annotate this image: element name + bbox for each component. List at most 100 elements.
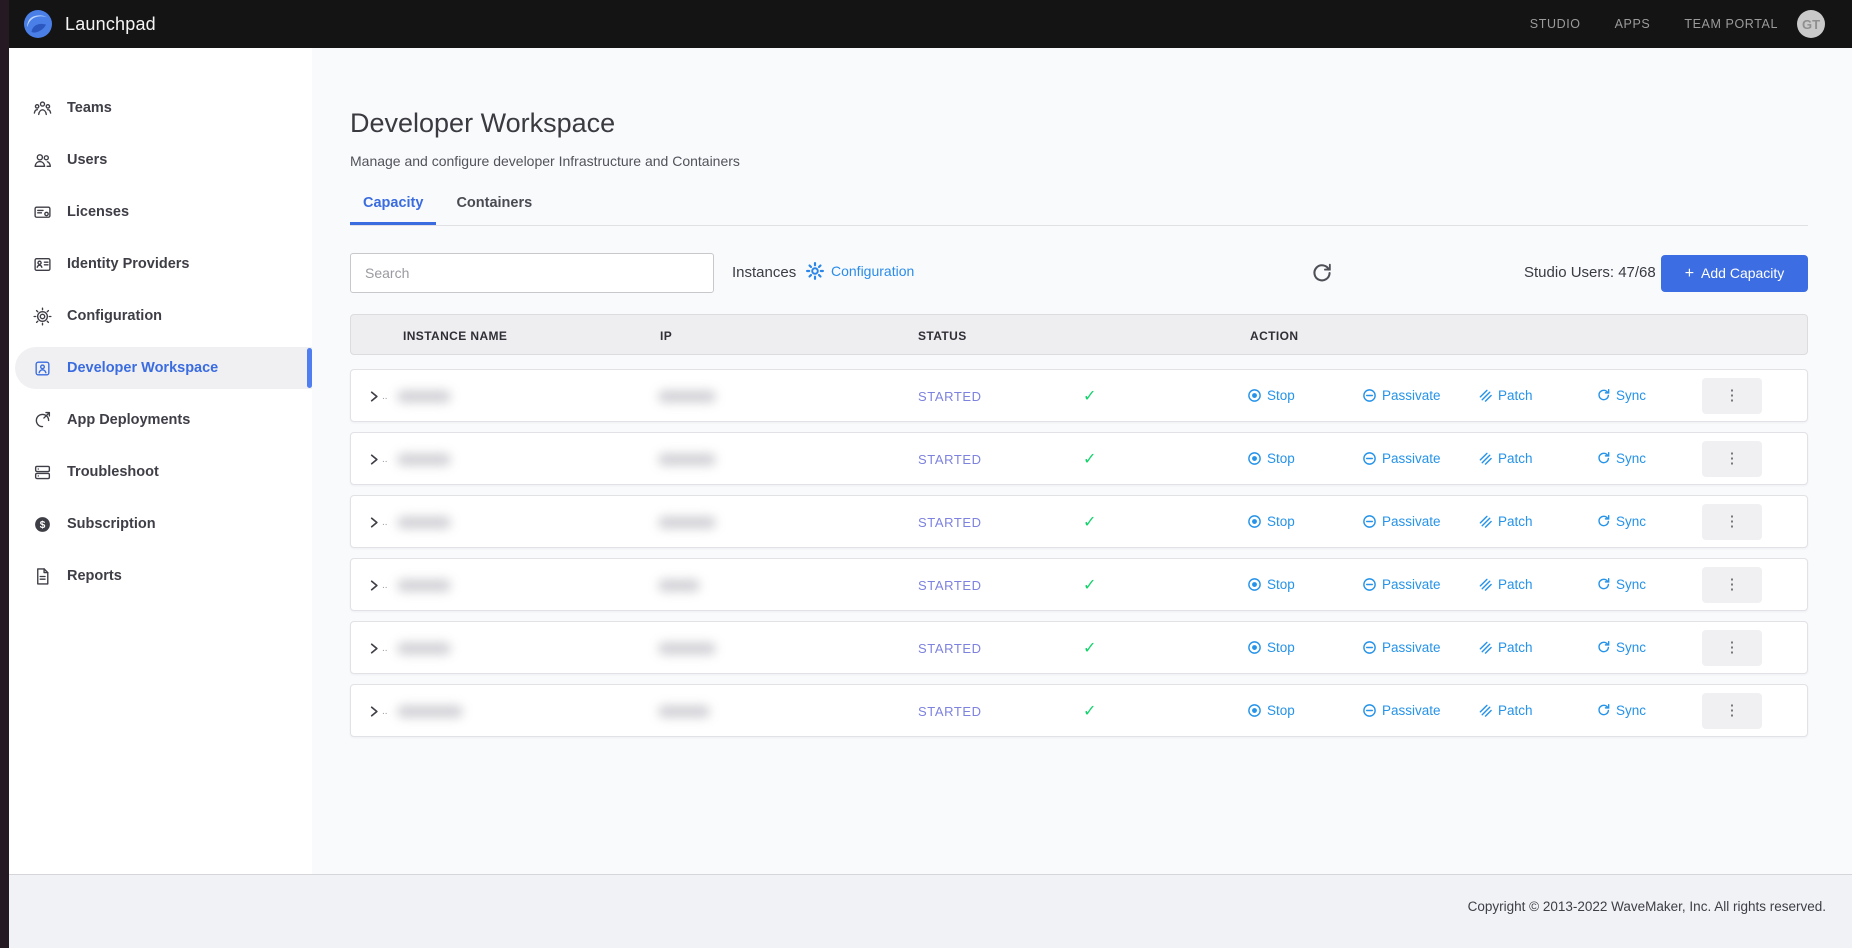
- action-sync-link[interactable]: Sync: [1596, 577, 1646, 592]
- instance-name-redacted-prefix: ..: [382, 580, 388, 591]
- patch-icon: [1478, 451, 1493, 466]
- action-patch-link[interactable]: Patch: [1478, 388, 1533, 403]
- passivate-icon: [1362, 640, 1377, 655]
- sidebar-item-label: Developer Workspace: [67, 360, 218, 376]
- sidebar-item-identity-providers[interactable]: Identity Providers: [9, 238, 312, 290]
- toolbar: Instances Configuration Studio Users: 47…: [350, 253, 1808, 293]
- status-badge: STARTED: [918, 515, 982, 530]
- configuration-icon: [33, 307, 52, 326]
- row-more-menu-button[interactable]: ⋮: [1702, 693, 1762, 729]
- expand-chevron-icon[interactable]: [367, 704, 382, 719]
- tab-containers[interactable]: Containers: [443, 195, 545, 225]
- action-patch-link[interactable]: Patch: [1478, 703, 1533, 718]
- action-sync-link[interactable]: Sync: [1596, 703, 1646, 718]
- action-label: Sync: [1616, 451, 1646, 466]
- sidebar-item-teams[interactable]: Teams: [9, 82, 312, 134]
- action-passivate-link[interactable]: Passivate: [1362, 388, 1441, 403]
- row-more-menu-button[interactable]: ⋮: [1702, 504, 1762, 540]
- action-patch-link[interactable]: Patch: [1478, 451, 1533, 466]
- reports-icon: [33, 567, 52, 586]
- action-label: Patch: [1498, 577, 1533, 592]
- sidebar-item-users[interactable]: Users: [9, 134, 312, 186]
- ip-redacted: [658, 579, 700, 592]
- action-label: Patch: [1498, 703, 1533, 718]
- user-avatar[interactable]: GT: [1797, 10, 1825, 38]
- troubleshoot-icon: [33, 463, 52, 482]
- status-check-icon: ✓: [1083, 638, 1096, 658]
- tab-capacity[interactable]: Capacity: [350, 195, 436, 225]
- action-passivate-link[interactable]: Passivate: [1362, 640, 1441, 655]
- action-stop-link[interactable]: Stop: [1247, 640, 1295, 655]
- action-sync-link[interactable]: Sync: [1596, 388, 1646, 403]
- instance-name-redacted: [397, 453, 451, 466]
- sidebar-item-label: Configuration: [67, 308, 162, 324]
- add-capacity-button[interactable]: +Add Capacity: [1661, 255, 1808, 292]
- row-more-menu-button[interactable]: ⋮: [1702, 441, 1762, 477]
- action-stop-link[interactable]: Stop: [1247, 514, 1295, 529]
- action-label: Stop: [1267, 514, 1295, 529]
- instance-name-redacted-prefix: ..: [382, 517, 388, 528]
- sidebar-item-label: App Deployments: [67, 412, 190, 428]
- expand-chevron-icon[interactable]: [367, 641, 382, 656]
- sidebar-item-troubleshoot[interactable]: Troubleshoot: [9, 446, 312, 498]
- column-header-action: ACTION: [1250, 329, 1298, 343]
- action-passivate-link[interactable]: Passivate: [1362, 577, 1441, 592]
- topnav-team-portal[interactable]: TEAM PORTAL: [1684, 17, 1778, 31]
- column-header-status: STATUS: [918, 329, 967, 343]
- expand-chevron-icon[interactable]: [367, 515, 382, 530]
- sync-icon: [1596, 514, 1611, 529]
- ip-redacted: [658, 390, 716, 403]
- row-more-menu-button[interactable]: ⋮: [1702, 567, 1762, 603]
- table-body: .. STARTED ✓ Stop Passivate Patch Sync ⋮ ..…: [350, 369, 1808, 737]
- search-input[interactable]: [350, 253, 714, 293]
- action-label: Patch: [1498, 514, 1533, 529]
- expand-chevron-icon[interactable]: [367, 389, 382, 404]
- table-header-row: INSTANCE NAME IP STATUS ACTION: [350, 314, 1808, 355]
- status-badge: STARTED: [918, 389, 982, 404]
- action-sync-link[interactable]: Sync: [1596, 640, 1646, 655]
- table-row: .. STARTED ✓ StopPassivatePatchSync ⋮: [350, 432, 1808, 485]
- sidebar-item-app-deployments[interactable]: App Deployments: [9, 394, 312, 446]
- app-name: Launchpad: [65, 14, 156, 35]
- row-more-menu-button[interactable]: ⋮: [1702, 630, 1762, 666]
- status-check-icon: ✓: [1083, 575, 1096, 595]
- licenses-icon: [33, 203, 52, 222]
- configuration-link[interactable]: Configuration: [806, 262, 914, 280]
- action-stop-link[interactable]: Stop: [1247, 703, 1295, 718]
- sidebar: Teams Users Licenses Identity Providers …: [9, 48, 312, 874]
- action-label: Patch: [1498, 640, 1533, 655]
- stop-icon: [1247, 388, 1262, 403]
- sidebar-item-licenses[interactable]: Licenses: [9, 186, 312, 238]
- sidebar-item-configuration[interactable]: Configuration: [9, 290, 312, 342]
- topnav-apps[interactable]: APPS: [1615, 17, 1651, 31]
- stop-icon: [1247, 451, 1262, 466]
- action-stop-link[interactable]: Stop: [1247, 388, 1295, 403]
- action-patch-link[interactable]: Patch: [1478, 577, 1533, 592]
- refresh-icon[interactable]: [1311, 262, 1333, 284]
- sidebar-item-developer-workspace[interactable]: Developer Workspace: [15, 347, 312, 389]
- action-stop-link[interactable]: Stop: [1247, 451, 1295, 466]
- action-stop-link[interactable]: Stop: [1247, 577, 1295, 592]
- expand-chevron-icon[interactable]: [367, 578, 382, 593]
- action-label: Patch: [1498, 388, 1533, 403]
- expand-chevron-icon[interactable]: [367, 452, 382, 467]
- sidebar-item-label: Subscription: [67, 516, 156, 532]
- sidebar-item-reports[interactable]: Reports: [9, 550, 312, 602]
- row-more-menu-button[interactable]: ⋮: [1702, 378, 1762, 414]
- sync-icon: [1596, 451, 1611, 466]
- sidebar-item-subscription[interactable]: $ Subscription: [9, 498, 312, 550]
- sync-icon: [1596, 388, 1611, 403]
- action-sync-link[interactable]: Sync: [1596, 514, 1646, 529]
- plus-icon: +: [1685, 265, 1694, 282]
- action-patch-link[interactable]: Patch: [1478, 640, 1533, 655]
- action-patch-link[interactable]: Patch: [1478, 514, 1533, 529]
- action-label: Stop: [1267, 577, 1295, 592]
- topnav-studio[interactable]: STUDIO: [1530, 17, 1581, 31]
- column-header-instance-name: INSTANCE NAME: [403, 329, 507, 343]
- action-passivate-link[interactable]: Passivate: [1362, 451, 1441, 466]
- action-passivate-link[interactable]: Passivate: [1362, 514, 1441, 529]
- action-passivate-link[interactable]: Passivate: [1362, 703, 1441, 718]
- window-edge-strip: [0, 0, 9, 948]
- column-header-ip: IP: [660, 329, 672, 343]
- action-sync-link[interactable]: Sync: [1596, 451, 1646, 466]
